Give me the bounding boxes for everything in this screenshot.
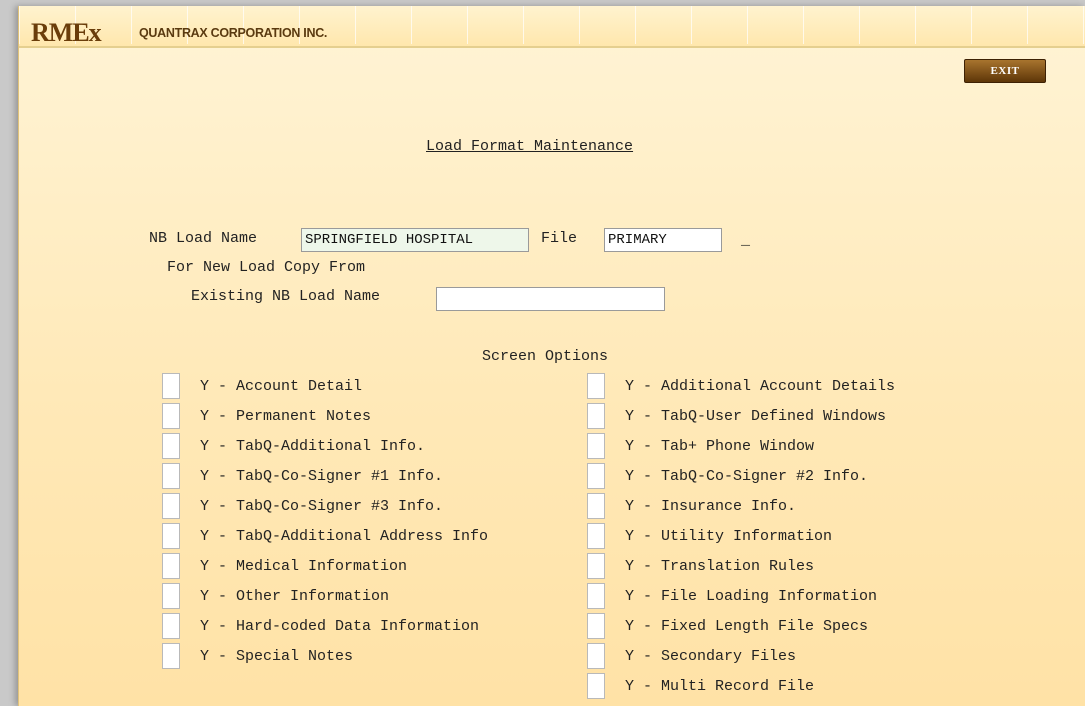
- screen-option-label: Y - Secondary Files: [625, 647, 797, 665]
- page-title: Load Format Maintenance: [426, 138, 634, 155]
- nb-load-name-input[interactable]: [301, 228, 529, 252]
- screen-option-input[interactable]: [162, 463, 180, 489]
- screen-option-input[interactable]: [162, 553, 180, 579]
- existing-load-input[interactable]: [436, 287, 665, 311]
- exit-button[interactable]: EXIT: [964, 59, 1046, 83]
- screen-option-input[interactable]: [587, 613, 605, 639]
- screen-option-label: Y - TabQ-Additional Info.: [200, 437, 426, 455]
- screen-option-label: Y - Tab+ Phone Window: [625, 437, 815, 455]
- screen-option-label: Y - TabQ-Co-Signer #2 Info.: [625, 467, 869, 485]
- nb-load-name-label: NB Load Name: [149, 230, 258, 247]
- screen-option-input[interactable]: [587, 493, 605, 519]
- screen-option-input[interactable]: [587, 373, 605, 399]
- screen-option-input[interactable]: [587, 523, 605, 549]
- screen-option-input[interactable]: [587, 463, 605, 489]
- screen-option-label: Y - Medical Information: [200, 557, 408, 575]
- rmex-logo: RMEx: [31, 18, 102, 47]
- screen-option-input[interactable]: [587, 433, 605, 459]
- screen-option-row: Y - Fixed Length File Specs: [587, 611, 868, 641]
- screen-option-input[interactable]: [162, 583, 180, 609]
- screen-option-label: Y - Utility Information: [625, 527, 833, 545]
- screen-option-row: Y - File Loading Information: [587, 581, 877, 611]
- screen-option-row: Y - Hard-coded Data Information: [162, 611, 479, 641]
- screen-option-label: Y - TabQ-Co-Signer #3 Info.: [200, 497, 444, 515]
- screen-option-input[interactable]: [162, 433, 180, 459]
- company-name: QUANTRAX CORPORATION INC.: [139, 26, 328, 40]
- screen-option-row: Y - TabQ-Additional Info.: [162, 431, 425, 461]
- screen-option-input[interactable]: [587, 643, 605, 669]
- screen-options-heading: Screen Options: [482, 348, 609, 365]
- file-label: File: [541, 230, 578, 247]
- copy-from-label: For New Load Copy From: [167, 259, 366, 276]
- screen-option-input[interactable]: [162, 373, 180, 399]
- screen-option-label: Y - Fixed Length File Specs: [625, 617, 869, 635]
- screen-option-label: Y - Insurance Info.: [625, 497, 797, 515]
- screen-option-row: Y - Insurance Info.: [587, 491, 796, 521]
- screen-option-label: Y - Other Information: [200, 587, 390, 605]
- screen-option-label: Y - TabQ-Co-Signer #1 Info.: [200, 467, 444, 485]
- screen-option-input[interactable]: [587, 673, 605, 699]
- screen-option-row: Y - Translation Rules: [587, 551, 814, 581]
- screen-option-row: Y - Tab+ Phone Window: [587, 431, 814, 461]
- screen-option-row: Y - Permanent Notes: [162, 401, 371, 431]
- screen-option-row: Y - Account Detail: [162, 371, 362, 401]
- file-input[interactable]: [604, 228, 722, 252]
- screen-option-label: Y - Additional Account Details: [625, 377, 896, 395]
- screen-option-row: Y - TabQ-Additional Address Info: [162, 521, 488, 551]
- screen-option-input[interactable]: [162, 403, 180, 429]
- screen-option-row: Y - Other Information: [162, 581, 389, 611]
- screen-option-input[interactable]: [162, 523, 180, 549]
- screen-option-label: Y - Permanent Notes: [200, 407, 372, 425]
- screen-option-label: Y - TabQ-User Defined Windows: [625, 407, 887, 425]
- screen-option-label: Y - File Loading Information: [625, 587, 878, 605]
- screen-option-row: Y - Multi Record File: [587, 671, 814, 701]
- screen-option-row: Y - Additional Account Details: [587, 371, 895, 401]
- screen-option-input[interactable]: [587, 553, 605, 579]
- cursor-indicator: _: [741, 232, 751, 249]
- existing-load-label: Existing NB Load Name: [191, 288, 381, 305]
- screen-option-label: Y - Translation Rules: [625, 557, 815, 575]
- header-bar: RMEx QUANTRAX CORPORATION INC.: [19, 6, 1085, 48]
- screen-option-row: Y - TabQ-User Defined Windows: [587, 401, 886, 431]
- screen-option-input[interactable]: [587, 583, 605, 609]
- screen-option-row: Y - TabQ-Co-Signer #1 Info.: [162, 461, 443, 491]
- screen-option-input[interactable]: [162, 643, 180, 669]
- screen-option-input[interactable]: [587, 403, 605, 429]
- screen-option-row: Y - TabQ-Co-Signer #2 Info.: [587, 461, 868, 491]
- screen-option-label: Y - TabQ-Additional Address Info: [200, 527, 489, 545]
- screen-option-label: Y - Hard-coded Data Information: [200, 617, 480, 635]
- screen-option-input[interactable]: [162, 493, 180, 519]
- screen-option-row: Y - Medical Information: [162, 551, 407, 581]
- screen-option-row: Y - Special Notes: [162, 641, 353, 671]
- screen-option-label: Y - Account Detail: [200, 377, 363, 395]
- screen-option-label: Y - Special Notes: [200, 647, 354, 665]
- screen-option-label: Y - Multi Record File: [625, 677, 815, 695]
- screen-option-input[interactable]: [162, 613, 180, 639]
- screen-option-row: Y - TabQ-Co-Signer #3 Info.: [162, 491, 443, 521]
- app-window: RMEx QUANTRAX CORPORATION INC. EXIT Load…: [18, 6, 1085, 706]
- screen-option-row: Y - Secondary Files: [587, 641, 796, 671]
- screen-option-row: Y - Utility Information: [587, 521, 832, 551]
